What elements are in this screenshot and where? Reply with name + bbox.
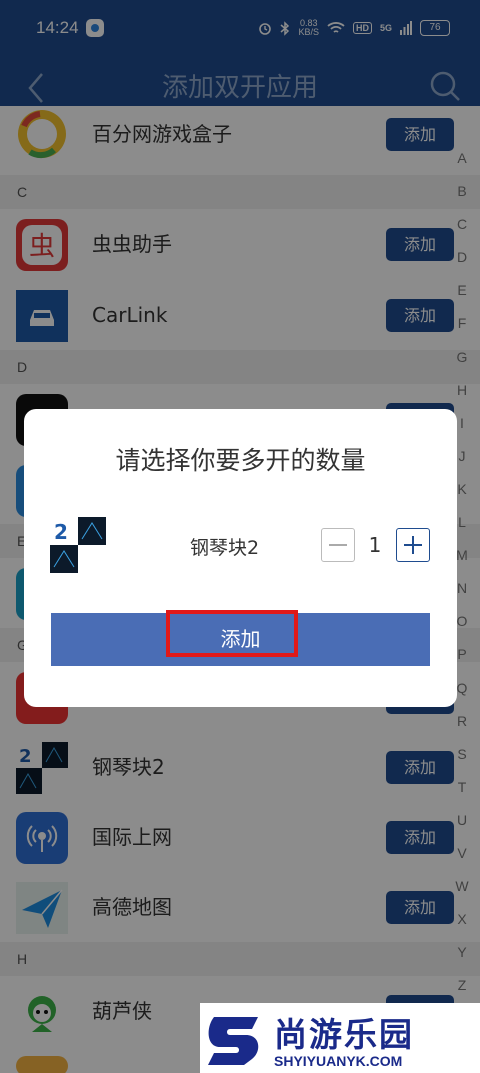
watermark-url: SHYIYUANYK.COM (274, 1053, 403, 1069)
quantity-value: 1 (368, 533, 382, 557)
quantity-dialog: 请选择你要多开的数量 2 钢琴块2 1 添加 (24, 409, 457, 707)
watermark-brand: 尚游乐园 (274, 1015, 414, 1054)
dialog-app-name: 钢琴块2 (190, 537, 260, 559)
watermark: 尚游乐园 SHYIYUANYK.COM (200, 1003, 480, 1073)
increment-button[interactable] (396, 528, 430, 562)
piano-tiles-icon: 2 (50, 517, 106, 573)
svg-text:2: 2 (54, 520, 68, 544)
watermark-logo-icon (208, 1017, 259, 1065)
decrement-button[interactable] (321, 528, 355, 562)
dialog-title: 请选择你要多开的数量 (115, 446, 366, 475)
highlight-box (166, 610, 298, 657)
